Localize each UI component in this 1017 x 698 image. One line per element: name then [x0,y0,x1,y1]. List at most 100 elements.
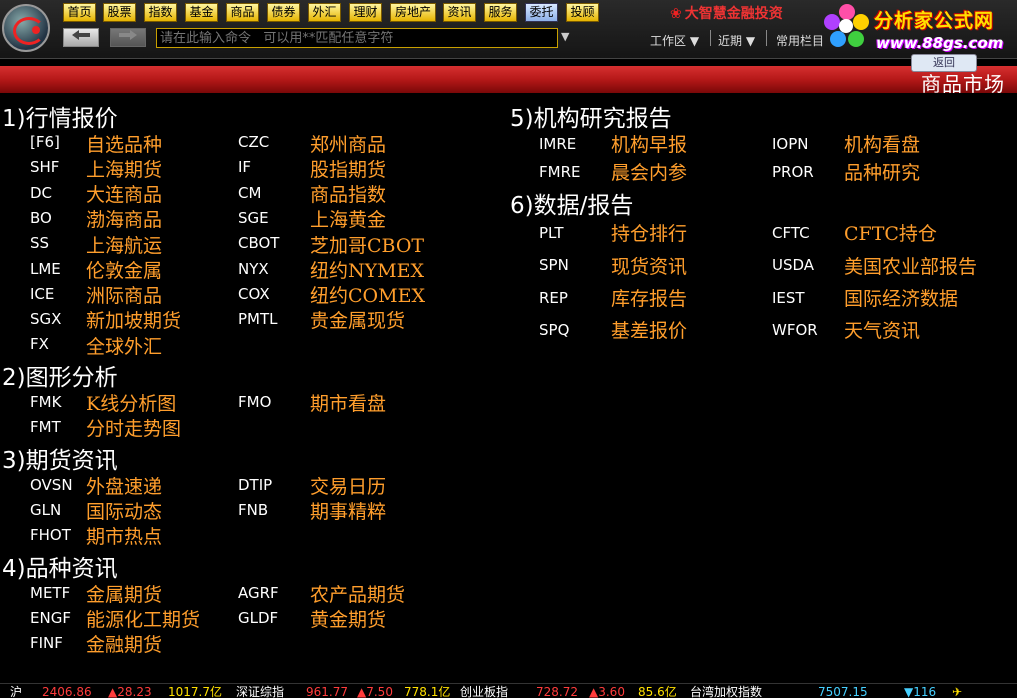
command-input[interactable] [156,28,558,48]
nav-trade-button[interactable]: 委托 [525,3,558,22]
menu-code: REP [539,289,568,307]
menu-link[interactable]: 农产品期货 [310,580,405,607]
menu-link[interactable]: 渤海商品 [86,205,162,232]
menu-link[interactable]: 能源化工期货 [86,605,200,632]
chevron-down-icon: ▼ [745,34,756,48]
nav-news-button[interactable]: 资讯 [443,3,476,22]
ticker-tw-value: 7507.15 [818,685,868,698]
menu-link[interactable]: 天气资讯 [844,316,920,343]
menu-link[interactable]: 分时走势图 [86,414,181,441]
menu-link[interactable]: 机构早报 [611,130,687,157]
menu-recent[interactable]: 近期 ▼ [718,32,755,49]
menu-link[interactable]: 商品指数 [310,180,386,207]
ticker-cy-label[interactable]: 创业板指 [460,685,508,698]
menu-code: SPN [539,256,569,274]
nav-finance-button[interactable]: 理财 [349,3,382,22]
menu-link[interactable]: 金属期货 [86,580,162,607]
menu-code: SHF [30,158,60,176]
market-title-bar: 返回 [0,54,1017,93]
menu-link[interactable]: 大连商品 [86,180,162,207]
nav-home-button[interactable]: 首页 [63,3,96,22]
menu-link[interactable]: 持仓排行 [611,219,687,246]
menu-code: USDA [772,256,815,274]
menu-code: CZC [238,133,270,151]
ticker-tw-change: ▼116 [904,685,937,698]
nav-fund-button[interactable]: 基金 [185,3,218,22]
menu-code: SS [30,234,50,252]
menu-link[interactable]: 洲际商品 [86,281,162,308]
menu-code: CBOT [238,234,280,252]
menu-link[interactable]: 郑州商品 [310,130,386,157]
menu-link[interactable]: 纽约NYMEX [310,256,424,283]
menu-link[interactable]: CFTC持仓 [844,219,937,246]
menu-link[interactable]: 晨会内参 [611,158,687,185]
menu-link[interactable]: 期事精粹 [310,497,386,524]
menu-link[interactable]: 金融期货 [86,630,162,657]
menu-code: IEST [772,289,805,307]
menu-code: IF [238,158,252,176]
menu-link[interactable]: 国际经济数据 [844,284,958,311]
menu-link[interactable]: 期市热点 [86,522,162,549]
menu-code: ENGF [30,609,71,627]
menu-link[interactable]: 基差报价 [611,316,687,343]
menu-code: [F6] [30,133,60,151]
menu-link[interactable]: 现货资讯 [611,252,687,279]
app-logo[interactable] [2,4,50,52]
menu-link[interactable]: 交易日历 [310,472,386,499]
menu-link[interactable]: 纽约COMEX [310,281,425,308]
menu-link[interactable]: 上海期货 [86,155,162,182]
menu-code: AGRF [238,584,279,602]
menu-link[interactable]: 新加坡期货 [86,306,181,333]
ticker-tw-label[interactable]: 台湾加权指数 [690,685,762,698]
menu-code: PROR [772,163,814,181]
menu-code: NYX [238,260,269,278]
ticker-cy-value: 728.72 [536,685,578,698]
menu-link[interactable]: 美国农业部报告 [844,252,977,279]
menu-link[interactable]: 芝加哥CBOT [310,231,424,258]
menu-link[interactable]: 库存报告 [611,284,687,311]
ticker-sz-value: 961.77 [306,685,348,698]
menu-link[interactable]: 黄金期货 [310,605,386,632]
menu-common[interactable]: 常用栏目 [776,32,824,49]
menu-code: OVSN [30,476,73,494]
menu-link[interactable]: 外盘速递 [86,472,162,499]
nav-bond-button[interactable]: 债券 [267,3,300,22]
ticker-sh-value: 2406.86 [42,685,92,698]
menu-link[interactable]: 上海航运 [86,231,162,258]
menu-code: FMT [30,418,61,436]
menu-link[interactable]: 机构看盘 [844,130,920,157]
menu-link[interactable]: 全球外汇 [86,332,162,359]
market-ticker-bar: 沪 2406.86 ▲28.23 1017.7亿 深证综指 961.77 ▲7.… [0,683,1017,698]
nav-service-button[interactable]: 服务 [484,3,517,22]
menu-code: METF [30,584,71,602]
menu-link[interactable]: 股指期货 [310,155,386,182]
menu-link[interactable]: K线分析图 [86,389,176,416]
menu-link[interactable]: 品种研究 [844,158,920,185]
menu-link[interactable]: 国际动态 [86,497,162,524]
ticker-sh-label[interactable]: 沪 [10,685,22,698]
menu-link[interactable]: 贵金属现货 [310,306,405,333]
ticker-sz-label[interactable]: 深证综指 [236,685,284,698]
nav-stock-button[interactable]: 股票 [103,3,136,22]
nav-forex-button[interactable]: 外汇 [308,3,341,22]
forward-button[interactable] [110,28,146,47]
menu-code: SGX [30,310,62,328]
back-button[interactable] [63,28,99,47]
page-title: 商品市场 [921,72,1005,96]
command-dropdown-icon[interactable]: ▼ [561,30,569,43]
nav-index-button[interactable]: 指数 [144,3,177,22]
menu-code: SPQ [539,321,570,339]
menu-code: DTIP [238,476,273,494]
menu-link[interactable]: 自选品种 [86,130,162,157]
section-title: 4)品种资讯 [2,556,118,582]
nav-advisor-button[interactable]: 投顾 [566,3,599,22]
menu-workspace[interactable]: 工作区 ▼ [650,32,699,49]
menu-link[interactable]: 上海黄金 [310,205,386,232]
nav-commodity-button[interactable]: 商品 [226,3,259,22]
menu-code: COX [238,285,270,303]
section-title: 3)期货资讯 [2,448,118,474]
nav-realestate-button[interactable]: 房地产 [390,3,436,22]
menu-link[interactable]: 期市看盘 [310,389,386,416]
menu-link[interactable]: 伦敦金属 [86,256,162,283]
menu-code: FNB [238,501,269,519]
